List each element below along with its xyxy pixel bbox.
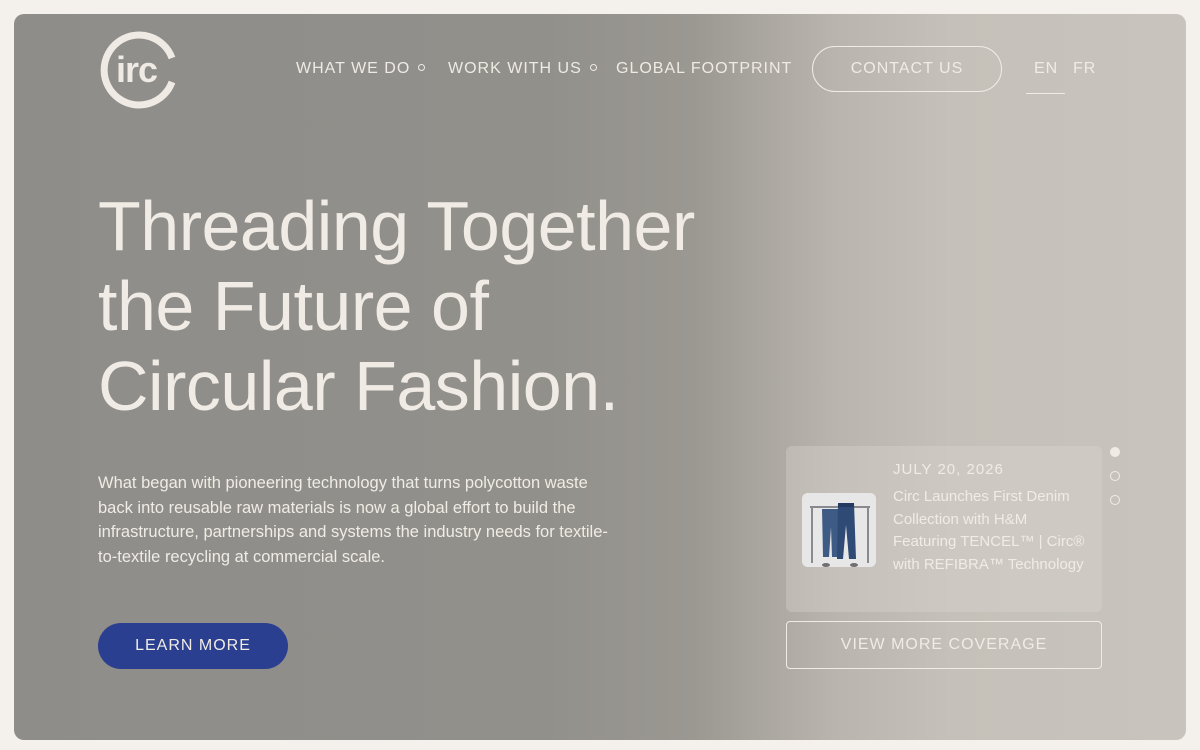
news-card[interactable]: JULY 20, 2026 Circ Launches First Denim … [786,446,1102,612]
headline-line: Threading Together [98,187,695,265]
headline-line: the Future of [98,267,489,345]
news-title[interactable]: Circ Launches First Denim Collection wit… [893,486,1093,576]
circ-logo[interactable]: irc [98,30,178,110]
hero-headline: Threading Together the Future of Circula… [98,186,738,426]
dropdown-indicator-icon [418,64,426,72]
dropdown-indicator-icon [589,64,597,72]
logo-wordmark: irc [116,49,158,90]
denim-jeans-image [802,493,876,567]
active-language-underline [1026,93,1065,94]
carousel-dot-3[interactable] [1110,495,1120,505]
nav-work-with-us[interactable]: WORK WITH US [448,59,597,79]
language-en[interactable]: EN [1034,59,1058,79]
hero-description: What began with pioneering technology th… [98,474,608,566]
news-date: JULY 20, 2026 [893,461,1004,478]
headline-line: Circular Fashion. [98,347,619,425]
nav-what-we-do[interactable]: WHAT WE DO [296,59,426,79]
nav-global-footprint-label: GLOBAL FOOTPRINT [616,60,793,77]
carousel-dot-2[interactable] [1110,471,1120,481]
nav-what-we-do-label: WHAT WE DO [296,60,411,77]
language-fr[interactable]: FR [1073,59,1096,79]
carousel-dot-1[interactable] [1110,447,1120,457]
hero-section: irc WHAT WE DO WORK WITH US GLOBAL FOOTP… [14,14,1186,740]
nav-work-with-us-label: WORK WITH US [448,60,582,77]
contact-us-button[interactable]: CONTACT US [812,46,1002,92]
learn-more-button[interactable]: LEARN MORE [98,623,288,669]
nav-global-footprint[interactable]: GLOBAL FOOTPRINT [616,59,792,79]
view-more-coverage-button[interactable]: VIEW MORE COVERAGE [786,621,1102,669]
